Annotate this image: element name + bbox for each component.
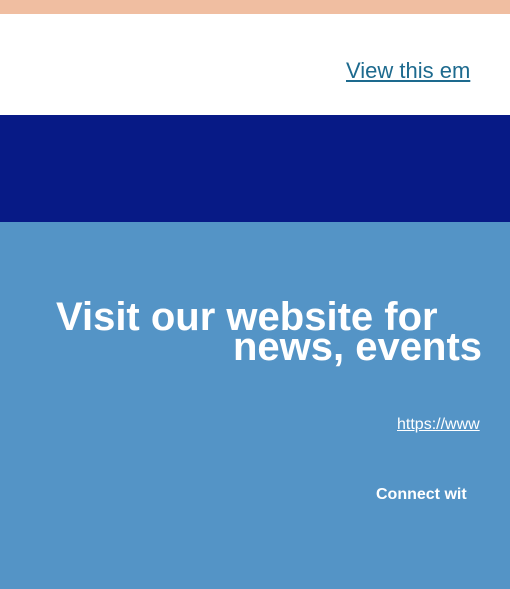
promo-headline-line2: news, events [233,325,483,369]
view-in-browser-link[interactable]: View this em [346,56,470,86]
header-banner [0,115,510,222]
website-url-link[interactable]: https://www [397,416,480,434]
promo-section: Visit our website for news, events https… [0,222,510,589]
connect-with-us-label: Connect wit [376,486,467,503]
top-accent-band [0,0,510,14]
